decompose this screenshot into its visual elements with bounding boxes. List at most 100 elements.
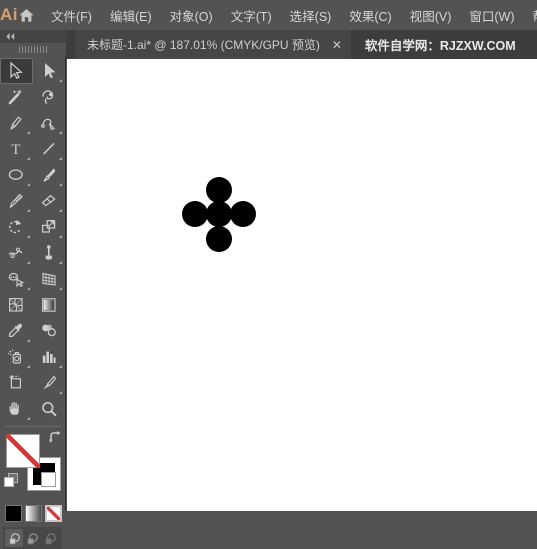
home-icon[interactable] — [18, 0, 35, 30]
perspective-grid-tool[interactable] — [33, 266, 66, 292]
menu-help[interactable]: 帮 — [524, 0, 537, 30]
five-circle-plus-shape[interactable] — [67, 59, 537, 511]
tool-group-indicator-icon — [27, 417, 30, 420]
tool-group-indicator-icon — [27, 235, 30, 238]
hand-tool[interactable] — [0, 396, 33, 422]
magic-wand-tool[interactable] — [0, 84, 33, 110]
tool-group-indicator-icon — [59, 391, 62, 394]
tool-row — [0, 162, 65, 188]
menu-item-list: 文件(F)编辑(E)对象(O)文字(T)选择(S)效果(C)视图(V)窗口(W)… — [42, 0, 537, 30]
circle-top[interactable] — [206, 177, 232, 203]
tool-group-indicator-icon — [59, 131, 62, 134]
gradient-tool[interactable] — [33, 292, 66, 318]
default-fill-stroke-icon[interactable] — [4, 473, 19, 488]
tool-row — [0, 344, 65, 370]
tool-row — [0, 292, 65, 318]
watermark-text: 软件自学网：RJZXW.COM — [351, 30, 516, 59]
circle-right[interactable] — [230, 201, 256, 227]
blend-tool[interactable] — [33, 318, 66, 344]
document-canvas[interactable] — [67, 59, 537, 511]
line-segment-tool[interactable] — [33, 136, 66, 162]
tool-row — [0, 84, 65, 110]
grip-dots-icon — [19, 46, 47, 53]
fill-stroke-control — [0, 429, 66, 501]
tool-row — [0, 370, 65, 396]
collapse-panel-button[interactable] — [0, 30, 66, 43]
menu-view[interactable]: 视图(V) — [401, 0, 461, 30]
color-mode-none[interactable] — [45, 505, 62, 522]
tool-row — [0, 266, 65, 292]
app-logo: Ai — [0, 0, 18, 30]
tool-row — [0, 110, 65, 136]
tool-group-indicator-icon — [59, 261, 62, 264]
paintbrush-tool[interactable] — [33, 162, 66, 188]
document-tab-bar: 未标题-1.ai* @ 187.01% (CMYK/GPU 预览) ✕ 软件自学… — [0, 30, 537, 59]
tool-group-indicator-icon — [59, 79, 62, 82]
tool-row — [0, 318, 65, 344]
document-tab-title: 未标题-1.ai* @ 187.01% (CMYK/GPU 预览) — [87, 36, 320, 53]
tool-group-indicator-icon — [27, 365, 30, 368]
tool-row — [0, 58, 65, 84]
menu-select[interactable]: 选择(S) — [281, 0, 341, 30]
blob-brush-tool[interactable] — [0, 188, 33, 214]
scale-tool[interactable] — [33, 214, 66, 240]
tool-row: T — [0, 136, 65, 162]
circle-left[interactable] — [182, 201, 208, 227]
ellipse-tool[interactable] — [0, 162, 33, 188]
tool-row — [0, 240, 65, 266]
tool-group-indicator-icon — [59, 157, 62, 160]
tool-group-indicator-icon — [59, 183, 62, 186]
svg-text:T: T — [11, 142, 20, 158]
color-mode-gradient[interactable] — [25, 505, 42, 522]
draw-normal-mode[interactable] — [5, 529, 23, 547]
direct-selection-tool[interactable] — [33, 58, 65, 84]
circle-center[interactable] — [206, 201, 232, 227]
draw-behind-mode[interactable] — [23, 529, 41, 547]
tool-row — [0, 396, 65, 422]
tool-group-indicator-icon — [59, 287, 62, 290]
illustrator-window: Ai 文件(F)编辑(E)对象(O)文字(T)选择(S)效果(C)视图(V)窗口… — [0, 0, 537, 511]
color-mode-solid[interactable] — [5, 505, 22, 522]
symbol-sprayer-tool[interactable] — [0, 344, 33, 370]
width-tool[interactable] — [0, 240, 33, 266]
document-tab-active[interactable]: 未标题-1.ai* @ 187.01% (CMYK/GPU 预览) ✕ — [75, 30, 351, 59]
tool-group-indicator-icon — [59, 235, 62, 238]
menu-file[interactable]: 文件(F) — [42, 0, 101, 30]
shape-builder-tool[interactable] — [0, 266, 33, 292]
rotate-tool[interactable] — [0, 214, 33, 240]
artboard-tool[interactable] — [0, 370, 33, 396]
close-icon[interactable]: ✕ — [329, 36, 345, 54]
tools-divider — [5, 426, 61, 427]
menu-type[interactable]: 文字(T) — [222, 0, 281, 30]
zoom-tool[interactable] — [33, 396, 66, 422]
menu-window[interactable]: 窗口(W) — [460, 0, 523, 30]
slice-tool[interactable] — [33, 370, 66, 396]
circle-bottom[interactable] — [206, 226, 232, 252]
none-slash-icon — [47, 507, 60, 520]
menu-edit[interactable]: 编辑(E) — [101, 0, 161, 30]
draw-inside-mode[interactable] — [42, 529, 60, 547]
pen-tool[interactable] — [0, 110, 33, 136]
panel-drag-handle[interactable] — [0, 43, 66, 56]
eraser-tool[interactable] — [33, 188, 66, 214]
tool-group-indicator-icon — [27, 157, 30, 160]
tools-panel: T — [0, 30, 66, 511]
menu-effect[interactable]: 效果(C) — [340, 0, 400, 30]
lasso-tool[interactable] — [33, 84, 66, 110]
tool-group-indicator-icon — [27, 209, 30, 212]
curvature-tool[interactable] — [33, 110, 66, 136]
none-slash-icon — [6, 434, 40, 468]
stroke-hole — [41, 472, 56, 487]
eyedropper-tool[interactable] — [0, 318, 33, 344]
fill-swatch[interactable] — [6, 434, 40, 468]
type-tool[interactable]: T — [0, 136, 33, 162]
tool-row — [0, 188, 65, 214]
tool-grid: T — [0, 56, 65, 422]
free-transform-tool[interactable] — [33, 240, 66, 266]
mesh-tool[interactable] — [0, 292, 33, 318]
menu-object[interactable]: 对象(O) — [161, 0, 222, 30]
tool-group-indicator-icon — [59, 365, 62, 368]
selection-tool[interactable] — [0, 58, 33, 84]
swap-fill-stroke-icon[interactable] — [48, 431, 62, 445]
column-graph-tool[interactable] — [33, 344, 66, 370]
